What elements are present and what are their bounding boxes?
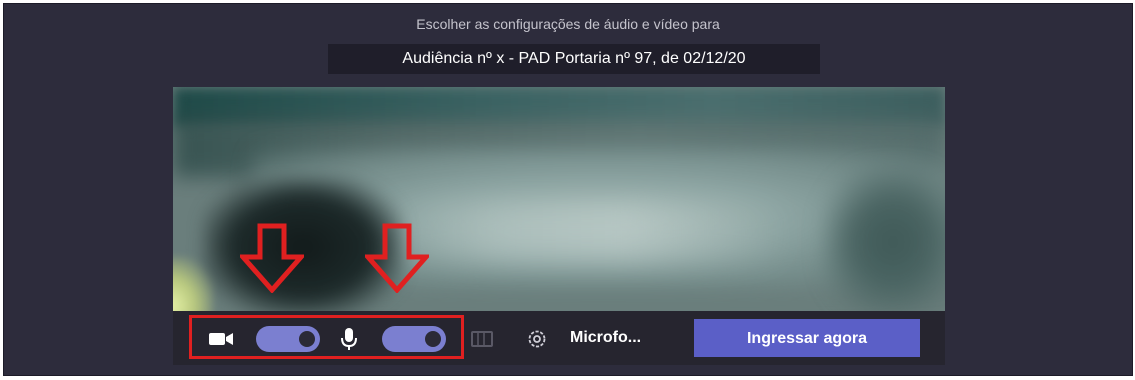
down-arrow-icon: [240, 223, 304, 293]
join-now-button[interactable]: Ingressar agora: [694, 319, 920, 357]
background-effects-icon[interactable]: [471, 331, 493, 347]
highlight-box: [189, 315, 464, 359]
down-arrow-icon: [365, 223, 429, 293]
meeting-title: Audiência nº x - PAD Portaria nº 97, de …: [328, 44, 820, 74]
prejoin-subtitle: Escolher as configurações de áudio e víd…: [416, 16, 720, 32]
gear-icon[interactable]: [526, 328, 548, 350]
audio-device-label[interactable]: Microfo...: [570, 329, 641, 347]
